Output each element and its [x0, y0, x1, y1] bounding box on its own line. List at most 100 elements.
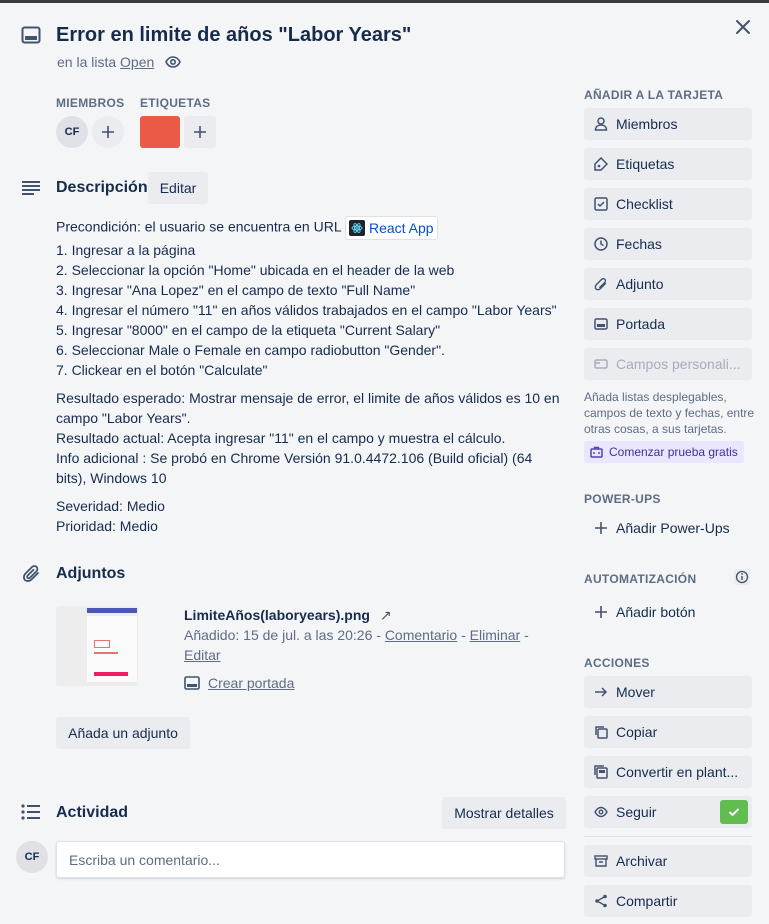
powerups-heading: POWER-UPS: [584, 492, 661, 506]
edit-description-button[interactable]: Editar: [148, 172, 208, 204]
plus-icon: [194, 126, 206, 138]
share-icon: [595, 894, 607, 908]
sidebar-cover-label: Portada: [616, 316, 666, 332]
move-label: Mover: [616, 684, 655, 700]
copy-label: Copiar: [616, 724, 658, 740]
react-logo-icon: [348, 220, 365, 236]
sidebar-custom-fields-label: Campos personali...: [616, 356, 741, 372]
add-member-button[interactable]: [92, 116, 124, 148]
attachment-thumbnail[interactable]: [56, 606, 138, 686]
cover-icon: [184, 676, 200, 690]
person-icon: [594, 117, 608, 131]
paperclip-icon: [594, 278, 607, 291]
close-icon[interactable]: [734, 18, 752, 36]
watching-check-icon: [720, 800, 748, 824]
sidebar-checklist-button[interactable]: Checklist: [584, 188, 752, 220]
thumb-field: [94, 640, 110, 648]
react-app-link[interactable]: React App: [344, 216, 438, 240]
add-button-button[interactable]: Añadir botón: [584, 596, 752, 628]
plus-icon: [595, 522, 607, 534]
arrow-right-icon: [595, 687, 608, 697]
add-powerups-label: Añadir Power-Ups: [616, 520, 730, 536]
attachment-delete-link[interactable]: Eliminar: [470, 627, 521, 643]
sidebar-dates-label: Fechas: [616, 236, 662, 252]
description-icon: [21, 181, 41, 195]
cover-icon: [594, 318, 608, 330]
top-strip: [0, 0, 769, 3]
archive-button[interactable]: Archivar: [584, 845, 752, 877]
start-trial-label: Comenzar prueba gratis: [609, 445, 738, 459]
sidebar-labels-button[interactable]: Etiquetas: [584, 148, 752, 180]
attachment-comment-link[interactable]: Comentario: [385, 627, 457, 643]
automation-heading: AUTOMATIZACIÓN: [584, 572, 697, 586]
additional-info: Info adicional : Se probó en Chrome Vers…: [56, 450, 533, 486]
actual-result: Resultado actual: Acepta ingresar "11" e…: [56, 430, 506, 446]
attachment-file-name: LimiteAños(laboryears).png: [184, 607, 370, 623]
severity: Severidad: Medio: [56, 498, 165, 514]
attachment-meta: Añadido: 15 de jul. a las 20:26 - Coment…: [184, 627, 529, 663]
share-label: Compartir: [616, 893, 678, 909]
comment-avatar[interactable]: CF: [16, 841, 48, 873]
eye-icon[interactable]: [165, 55, 181, 69]
labels-heading: ETIQUETAS: [140, 96, 211, 110]
sidebar-attachment-label: Adjunto: [616, 276, 664, 292]
plus-icon: [102, 126, 114, 138]
priority: Prioridad: Medio: [56, 518, 158, 534]
watch-label: Seguir: [616, 804, 657, 820]
sidebar-members-button[interactable]: Miembros: [584, 108, 752, 140]
make-cover-row[interactable]: Crear portada: [184, 673, 294, 693]
react-app-link-text: React App: [368, 220, 434, 236]
tag-icon: [594, 157, 608, 171]
sidebar-labels-label: Etiquetas: [616, 156, 675, 172]
comment-input[interactable]: Escriba un comentario...: [56, 841, 565, 878]
sidebar-attachment-button[interactable]: Adjunto: [584, 268, 752, 300]
list-link[interactable]: Open: [120, 54, 154, 70]
step-line: 7. Clickear en el botón "Calculate": [56, 362, 268, 378]
add-label-button[interactable]: [184, 116, 216, 148]
external-link-icon[interactable]: ↗: [380, 607, 392, 623]
step-line: 3. Ingresar "Ana Lopez" en el campo de t…: [56, 282, 416, 298]
sidebar-cover-button[interactable]: Portada: [584, 308, 752, 340]
move-button[interactable]: Mover: [584, 676, 752, 708]
in-list-text: en la lista Open: [57, 54, 154, 70]
briefcase-icon: [590, 446, 603, 458]
share-button[interactable]: Compartir: [584, 885, 752, 917]
card-icon: [21, 26, 41, 44]
precondition-line: Precondición: el usuario se encuentra en…: [56, 216, 561, 240]
show-details-button[interactable]: Mostrar detalles: [442, 797, 566, 829]
sidebar-members-label: Miembros: [616, 116, 678, 132]
add-powerups-button[interactable]: Añadir Power-Ups: [584, 512, 752, 544]
make-template-button[interactable]: Convertir en plant...: [584, 756, 752, 788]
sidebar-custom-fields-button[interactable]: Campos personali...: [584, 348, 752, 380]
card-title[interactable]: Error en limite de años "Labor Years": [56, 24, 411, 47]
member-avatar[interactable]: CF: [56, 116, 88, 148]
paperclip-icon: [22, 564, 42, 584]
copy-button[interactable]: Copiar: [584, 716, 752, 748]
make-template-label: Convertir en plant...: [616, 764, 739, 780]
archive-label: Archivar: [616, 853, 668, 869]
step-line: 5. Ingresar "8000" en el campo de la eti…: [56, 322, 441, 338]
step-line: 4. Ingresar el número "11" en años válid…: [56, 302, 557, 318]
add-button-label: Añadir botón: [616, 604, 696, 620]
attachment-edit-link[interactable]: Editar: [184, 647, 221, 663]
sidebar-checklist-label: Checklist: [616, 196, 673, 212]
info-icon[interactable]: [734, 569, 750, 585]
actions-divider: [584, 836, 752, 837]
in-list-prefix: en la lista: [57, 54, 117, 70]
start-trial-button[interactable]: Comenzar prueba gratis: [584, 441, 744, 463]
attachment-name[interactable]: LimiteAños(laboryears).png ↗: [184, 607, 392, 624]
add-attachment-button[interactable]: Añada un adjunto: [56, 717, 190, 749]
custom-fields-icon: [594, 359, 608, 369]
activity-icon: [21, 804, 41, 820]
attachments-title: Adjuntos: [56, 565, 126, 582]
sidebar-dates-button[interactable]: Fechas: [584, 228, 752, 260]
activity-title: Actividad: [56, 804, 129, 821]
custom-fields-note: Añada listas desplegables, campos de tex…: [584, 390, 755, 436]
copy-icon: [595, 726, 608, 739]
description-body[interactable]: Precondición: el usuario se encuentra en…: [56, 216, 561, 536]
make-cover-link[interactable]: Crear portada: [208, 673, 294, 693]
thumb-button: [94, 672, 128, 676]
label-red-chip[interactable]: [140, 116, 180, 148]
description-title: Descripción: [56, 179, 148, 196]
step-line: 6. Seleccionar Male o Female en campo ra…: [56, 342, 445, 358]
